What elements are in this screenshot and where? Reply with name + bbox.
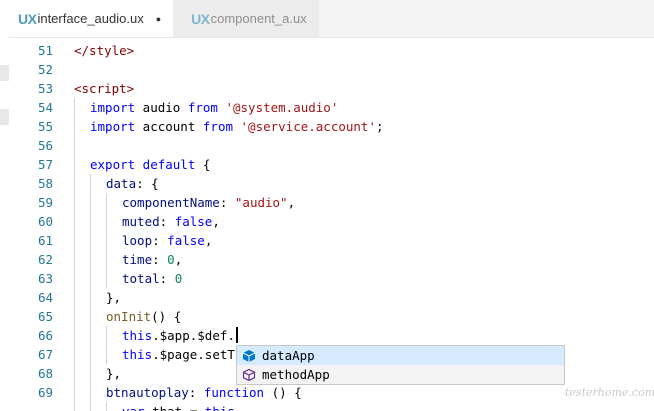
- code-line: <script>: [74, 81, 135, 96]
- indent-guide: [90, 174, 91, 411]
- strip-mark: [0, 65, 9, 81]
- code-line: muted: false,: [122, 214, 220, 229]
- line-number: 53: [37, 81, 53, 96]
- line-number: 57: [37, 157, 53, 172]
- line-number: 63: [37, 271, 53, 286]
- method-icon: [242, 368, 256, 381]
- indent-guide: [106, 326, 107, 364]
- code-line: total: 0: [122, 271, 183, 286]
- code-line: componentName: "audio",: [122, 195, 296, 210]
- tab-interface-audio[interactable]: UX interface_audio.ux ●: [0, 0, 174, 37]
- suggestion-label: dataApp: [262, 348, 315, 363]
- line-number: 69: [37, 385, 53, 400]
- tab-component-a[interactable]: UX component_a.ux: [173, 0, 319, 37]
- line-number: 67: [37, 347, 53, 362]
- code-line: this.$page.setT: [122, 347, 235, 362]
- line-number: 64: [37, 290, 53, 305]
- code-line-current: this.$app.$def.: [122, 326, 238, 345]
- code-line-partial: var that = this: [122, 402, 235, 411]
- suggestion-item-dataApp[interactable]: dataApp: [237, 346, 564, 365]
- code-line: loop: false,: [122, 233, 213, 248]
- line-number: 68: [37, 366, 53, 381]
- autocomplete-suggest-widget: dataApp methodApp: [236, 345, 565, 385]
- indent-guide: [74, 98, 75, 411]
- tab-label: component_a.ux: [210, 11, 307, 26]
- indent-guide: [106, 402, 107, 411]
- unsaved-dot-icon[interactable]: ●: [156, 14, 161, 24]
- code-line: btnautoplay: function () {: [106, 385, 302, 400]
- line-number: 58: [37, 176, 53, 191]
- ux-file-icon: UX: [18, 10, 37, 27]
- code-line: </style>: [74, 43, 135, 58]
- code-line: data: {: [106, 176, 159, 191]
- line-number-gutter: 51 52 53 54 55 56 57 58 59 60 61 62 63 6…: [9, 37, 53, 411]
- line-number: 59: [37, 195, 53, 210]
- line-number: 60: [37, 214, 53, 229]
- line-number: 65: [37, 309, 53, 324]
- suggestion-item-methodApp[interactable]: methodApp: [237, 365, 564, 384]
- line-number: 66: [37, 328, 53, 343]
- editor-left-strip: [0, 37, 9, 411]
- code-line: import audio from '@system.audio': [90, 100, 339, 115]
- line-number: 51: [37, 43, 53, 58]
- code-line: },: [106, 366, 122, 381]
- line-number: 55: [37, 119, 53, 134]
- line-number: 62: [37, 252, 53, 267]
- tab-bar: UX interface_audio.ux ● UX component_a.u…: [0, 0, 654, 38]
- field-icon: [242, 349, 256, 362]
- ux-file-icon: UX: [191, 10, 210, 27]
- line-number: 61: [37, 233, 53, 248]
- watermark: testerhome.com: [565, 386, 654, 399]
- line-number: 56: [37, 138, 53, 153]
- tab-label: interface_audio.ux: [37, 11, 144, 26]
- code-line: onInit() {: [106, 309, 182, 324]
- code-line: export default {: [90, 157, 211, 172]
- code-line: time: 0,: [122, 252, 183, 267]
- indent-guide: [106, 193, 107, 288]
- line-number: 54: [37, 100, 53, 115]
- strip-mark: [0, 109, 9, 125]
- text-cursor: [235, 327, 238, 343]
- suggestion-label: methodApp: [262, 367, 330, 382]
- line-number: 52: [37, 62, 53, 77]
- code-line: },: [106, 290, 122, 305]
- code-line: import account from '@service.account';: [90, 119, 384, 134]
